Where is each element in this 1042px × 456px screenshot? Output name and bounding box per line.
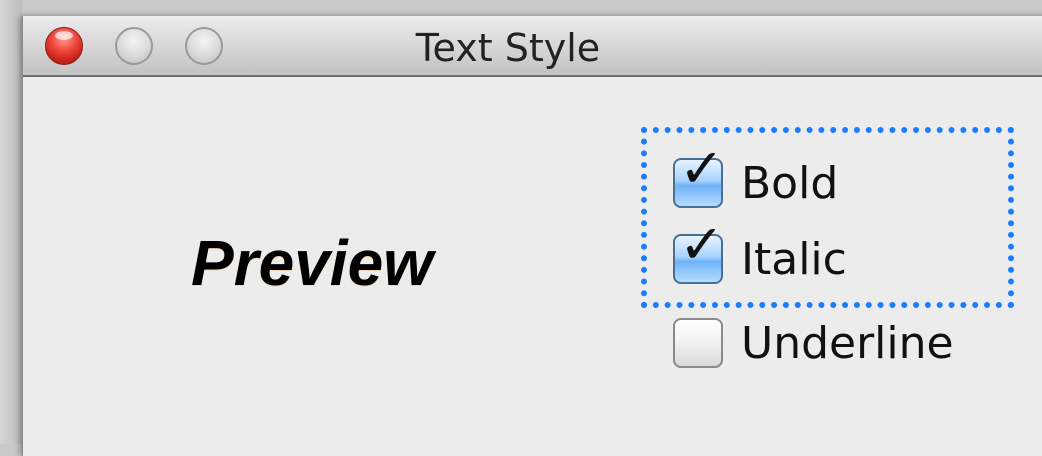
italic-checkbox-row[interactable]: ✓ Italic [673,218,847,289]
italic-checkbox[interactable]: ✓ [673,218,724,284]
checkmark-icon: ✓ [679,137,725,200]
resize-grip-icon[interactable] [1033,426,1042,456]
underline-label[interactable]: Underline [741,318,954,369]
bold-label[interactable]: Bold [741,158,838,209]
desktop-background [0,0,22,444]
italic-label[interactable]: Italic [741,234,847,285]
underline-checkbox-row[interactable]: Underline [673,313,954,373]
title-bar[interactable]: Text Style [23,16,1042,77]
text-style-window: Text Style Preview ✓ Bold ✓ Italic Under… [22,16,1042,456]
bold-checkbox-row[interactable]: ✓ Bold [673,142,838,213]
underline-checkbox[interactable] [673,318,723,368]
bold-checkbox[interactable]: ✓ [673,142,724,208]
checkmark-icon: ✓ [679,213,725,276]
preview-text: Preview [191,227,433,299]
window-title: Text Style [415,26,601,70]
